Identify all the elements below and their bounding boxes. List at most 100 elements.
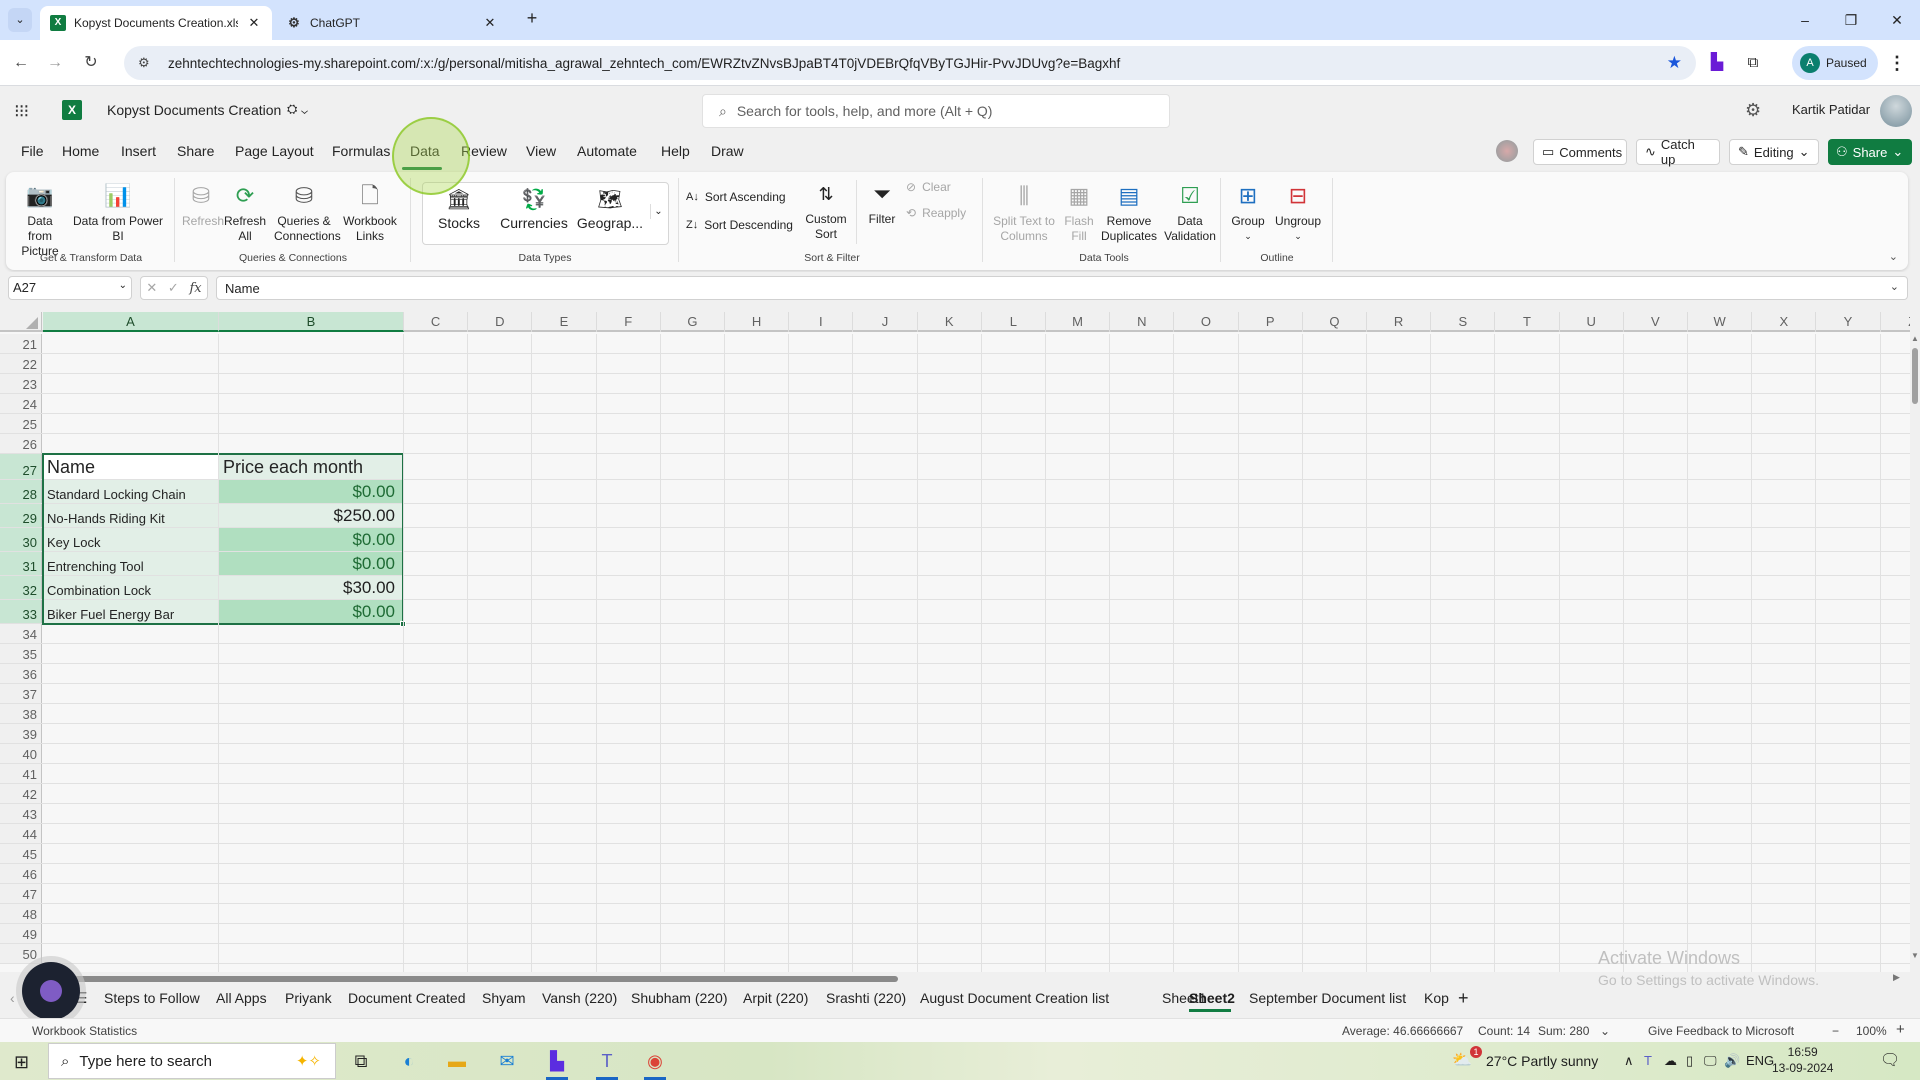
column-header-f[interactable]: F: [597, 312, 661, 332]
catch-up-button[interactable]: ∿ Catch up: [1636, 137, 1720, 167]
tab-page-layout[interactable]: Page Layout: [235, 143, 314, 159]
document-title[interactable]: Kopyst Documents Creation: [107, 102, 281, 118]
row-header-23[interactable]: 23: [0, 374, 42, 393]
row-header-33[interactable]: 33: [0, 600, 42, 623]
extension-icon[interactable]: ▙: [1706, 52, 1728, 74]
sheet-tab-document-created[interactable]: Document Created: [348, 990, 466, 1006]
site-settings-icon[interactable]: ⚙: [138, 55, 158, 71]
teams-tray-icon[interactable]: T: [1644, 1053, 1652, 1068]
share-button[interactable]: ⚇ Share ⌄: [1828, 139, 1912, 165]
select-all-corner[interactable]: [0, 312, 42, 332]
column-header-h[interactable]: H: [725, 312, 790, 332]
cell-item-price[interactable]: $0.00: [219, 600, 403, 623]
onedrive-icon[interactable]: ☁: [1664, 1053, 1677, 1069]
sheet-tab-sheet2[interactable]: Sheet2: [1189, 990, 1235, 1006]
zoom-in-button[interactable]: +: [1896, 1021, 1905, 1038]
row-header-44[interactable]: 44: [0, 824, 42, 843]
row-header-46[interactable]: 46: [0, 864, 42, 883]
remove-duplicates-button[interactable]: ▤ Remove Duplicates: [1098, 182, 1160, 244]
column-header-d[interactable]: D: [468, 312, 533, 332]
row-header-39[interactable]: 39: [0, 724, 42, 743]
minimize-button[interactable]: –: [1782, 0, 1828, 40]
language-indicator[interactable]: ENG: [1746, 1053, 1774, 1068]
restore-button[interactable]: ❐: [1828, 0, 1874, 40]
cell-item-price[interactable]: $0.00: [219, 552, 403, 575]
row-header-38[interactable]: 38: [0, 704, 42, 723]
row-header-48[interactable]: 48: [0, 904, 42, 923]
workbook-links-button[interactable]: 🗋 Workbook Links: [342, 182, 398, 244]
column-header-z[interactable]: Z: [1881, 312, 1910, 332]
column-header-w[interactable]: W: [1688, 312, 1753, 332]
zoom-out-button[interactable]: −: [1832, 1024, 1839, 1038]
geography-button[interactable]: 🗺 Geograp...: [572, 188, 648, 232]
scroll-right-icon[interactable]: ▶: [1893, 972, 1900, 983]
scrollbar-thumb[interactable]: [1912, 348, 1918, 404]
custom-sort-button[interactable]: ⇅ Custom Sort: [802, 180, 850, 242]
add-sheet-button[interactable]: +: [1458, 988, 1469, 1009]
row-header-49[interactable]: 49: [0, 924, 42, 943]
column-header-o[interactable]: O: [1174, 312, 1239, 332]
sheet-tab-august-document-creation-list[interactable]: August Document Creation list: [920, 990, 1109, 1006]
column-header-y[interactable]: Y: [1816, 312, 1881, 332]
column-header-k[interactable]: K: [918, 312, 982, 332]
row-header-37[interactable]: 37: [0, 684, 42, 703]
sheet-tab-kop[interactable]: Kop: [1424, 990, 1449, 1006]
browser-menu-icon[interactable]: ⋮: [1888, 52, 1906, 74]
row-header-50[interactable]: 50: [0, 944, 42, 963]
url-bar[interactable]: ⚙ zehntechtechnologies-my.sharepoint.com…: [124, 46, 1696, 80]
power-automate-icon[interactable]: ▙: [544, 1049, 570, 1073]
app-launcher-icon[interactable]: ⁝⁝⁝: [14, 101, 34, 121]
battery-icon[interactable]: ▯: [1686, 1053, 1693, 1069]
column-header-c[interactable]: C: [404, 312, 469, 332]
sheet-tab-shubham-220[interactable]: Shubham (220): [631, 990, 728, 1006]
cell-item-price[interactable]: $30.00: [219, 576, 403, 599]
collaborator-avatar[interactable]: [1496, 140, 1518, 162]
split-text-to-columns-button[interactable]: ⫼ Split Text to Columns: [990, 182, 1058, 244]
tab-formulas[interactable]: Formulas: [332, 143, 390, 159]
scroll-up-icon[interactable]: ▲: [1911, 334, 1919, 343]
chevron-down-icon[interactable]: ⌄: [119, 280, 127, 296]
extensions-puzzle-icon[interactable]: ⧉: [1742, 52, 1764, 74]
cancel-icon[interactable]: ✕: [146, 280, 157, 296]
cell-item-name[interactable]: No-Hands Riding Kit: [43, 504, 218, 527]
tab-search-button[interactable]: ⌄: [8, 8, 32, 32]
tab-insert[interactable]: Insert: [121, 143, 156, 159]
vertical-scrollbar[interactable]: ▲ ▼: [1910, 334, 1920, 974]
queries-connections-button[interactable]: ⛁ Queries & Connections: [274, 182, 341, 244]
row-header-24[interactable]: 24: [0, 394, 42, 413]
cell-item-price[interactable]: $250.00: [219, 504, 403, 527]
workbook-statistics[interactable]: Workbook Statistics: [32, 1024, 137, 1038]
column-header-a[interactable]: A: [43, 312, 219, 332]
column-header-r[interactable]: R: [1367, 312, 1432, 332]
close-tab-icon[interactable]: ✕: [246, 15, 262, 31]
volume-icon[interactable]: 🔊: [1724, 1053, 1740, 1069]
row-header-22[interactable]: 22: [0, 354, 42, 373]
cell-header-name[interactable]: Name: [43, 454, 218, 479]
row-header-35[interactable]: 35: [0, 644, 42, 663]
row-header-30[interactable]: 30: [0, 528, 42, 551]
column-header-u[interactable]: U: [1560, 312, 1624, 332]
cell-item-name[interactable]: Biker Fuel Energy Bar: [43, 600, 218, 623]
ungroup-button[interactable]: ⊟ Ungroup ⌄: [1272, 182, 1324, 244]
browser-tab-chatgpt[interactable]: ⚙ ChatGPT ✕: [276, 6, 508, 40]
weather-icon[interactable]: ⛅: [1452, 1050, 1472, 1070]
cell-item-name[interactable]: Combination Lock: [43, 576, 218, 599]
network-icon[interactable]: 🖵: [1704, 1053, 1717, 1069]
data-types-more-button[interactable]: ⌄: [650, 204, 666, 219]
column-header-s[interactable]: S: [1431, 312, 1496, 332]
sheet-tab-steps-to-follow[interactable]: Steps to Follow: [104, 990, 200, 1006]
windows-start-icon[interactable]: ⊞: [14, 1052, 29, 1073]
tab-home[interactable]: Home: [62, 143, 99, 159]
column-header-g[interactable]: G: [661, 312, 725, 332]
formula-input[interactable]: Name ⌄: [216, 276, 1908, 300]
close-window-button[interactable]: ✕: [1874, 0, 1920, 40]
row-header-21[interactable]: 21: [0, 334, 42, 353]
row-header-41[interactable]: 41: [0, 764, 42, 783]
cell-item-price[interactable]: $0.00: [219, 528, 403, 551]
sheet-nav-prev-icon[interactable]: ‹: [10, 990, 15, 1006]
confirm-icon[interactable]: ✓: [168, 280, 179, 296]
sheet-tab-srashti-220[interactable]: Srashti (220): [826, 990, 906, 1006]
row-header-36[interactable]: 36: [0, 664, 42, 683]
chrome-icon[interactable]: ◉: [642, 1049, 668, 1073]
row-header-43[interactable]: 43: [0, 804, 42, 823]
